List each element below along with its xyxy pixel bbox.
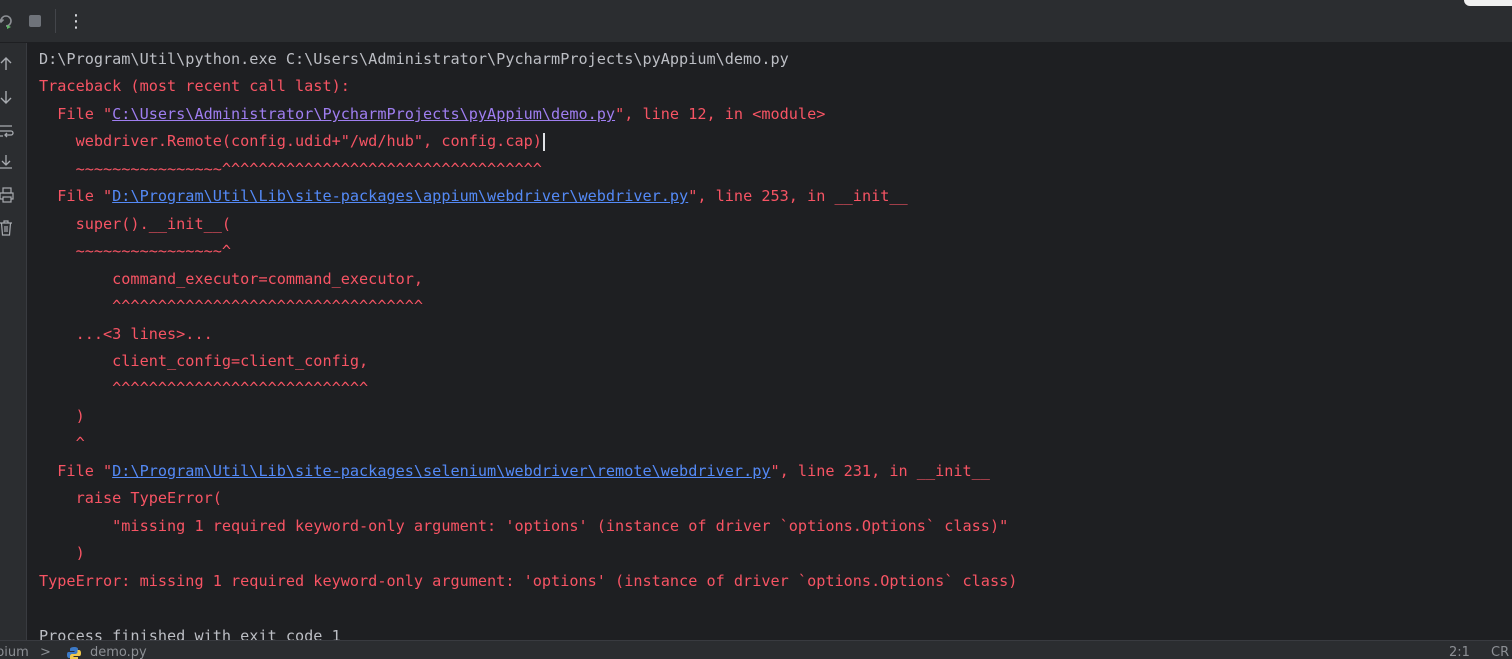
stop-icon[interactable] [25,10,45,32]
file-link-demo[interactable]: C:\Users\Administrator\PycharmProjects\p… [112,105,615,123]
console-side-toolbar [0,43,27,640]
toolbar-divider [55,9,56,33]
text-caret [542,132,545,151]
file-link-appium-webdriver[interactable]: D:\Program\Util\Lib\site-packages\appium… [112,187,688,205]
scroll-to-end-icon[interactable] [0,154,14,172]
frame-prefix: File " [39,462,113,480]
frame-2-arg2: client_config=client_config, [39,352,369,370]
exit-status: Process finished with exit code 1 [39,627,341,640]
traceback-frame-1: File "C:\Users\Administrator\PycharmProj… [39,104,825,124]
popup-edge [1464,0,1512,6]
traceback-frame-2: File "D:\Program\Util\Lib\site-packages\… [39,186,908,206]
cursor-position[interactable]: 2:1 [1449,644,1470,659]
frame-2-arg1: command_executor=command_executor, [39,270,424,288]
status-bar: pium > demo.py 2:1 CR [0,640,1512,659]
frame-2-arg1-marker: ^^^^^^^^^^^^^^^^^^^^^^^^^^^^^^^^^^ [39,297,424,315]
console-output[interactable]: D:\Program\Util\python.exe C:\Users\Admi… [27,43,1512,640]
frame-2-close-marker: ^ [39,434,85,452]
more-glyph: ⋮ [67,10,85,32]
chevron-right-icon: > [40,645,51,659]
more-vertical-icon[interactable]: ⋮ [66,10,86,32]
run-toolbar: ⋮ [0,0,1512,43]
frame-2-arg2-marker: ^^^^^^^^^^^^^^^^^^^^^^^^^^^^ [39,379,369,397]
line-separator[interactable]: CR [1491,644,1509,659]
error-message: TypeError: missing 1 required keyword-on… [39,572,1018,590]
frame-2-close: ) [39,407,85,425]
frame-suffix: ", line 231, in __init__ [770,462,990,480]
frame-3-close: ) [39,544,85,562]
arrow-down-icon[interactable] [0,89,14,107]
frame-2-code: super().__init__( [39,215,232,233]
frame-3-message: "missing 1 required keyword-only argumen… [39,517,1009,535]
frame-3-code: raise TypeError( [39,489,222,507]
frame-prefix: File " [39,187,113,205]
traceback-header: Traceback (most recent call last): [39,77,350,95]
frame-1-code: webdriver.Remote(config.udid+"/wd/hub", … [39,131,545,151]
stop-square-shape [29,15,41,27]
python-file-icon [67,647,81,659]
trash-icon[interactable] [0,220,14,238]
frame-prefix: File " [39,105,113,123]
file-link-selenium-webdriver[interactable]: D:\Program\Util\Lib\site-packages\seleni… [112,462,770,480]
breadcrumb-file[interactable]: demo.py [90,644,147,659]
traceback-frame-3: File "D:\Program\Util\Lib\site-packages\… [39,461,990,481]
rerun-icon[interactable] [0,10,16,32]
command-line: D:\Program\Util\python.exe C:\Users\Admi… [39,50,789,68]
print-icon[interactable] [0,187,14,205]
breadcrumb-project[interactable]: pium [0,644,29,659]
soft-wrap-icon[interactable] [0,123,14,141]
frame-suffix: ", line 12, in <module> [615,105,826,123]
arrow-up-icon[interactable] [0,56,14,74]
code-text: webdriver.Remote(config.udid+"/wd/hub", … [39,132,542,150]
frame-2-elided: ...<3 lines>... [39,325,213,343]
frame-2-marker: ~~~~~~~~~~~~~~~~^ [39,242,232,260]
frame-1-marker: ~~~~~~~~~~~~~~~~^^^^^^^^^^^^^^^^^^^^^^^^… [39,160,542,178]
frame-suffix: ", line 253, in __init__ [688,187,908,205]
